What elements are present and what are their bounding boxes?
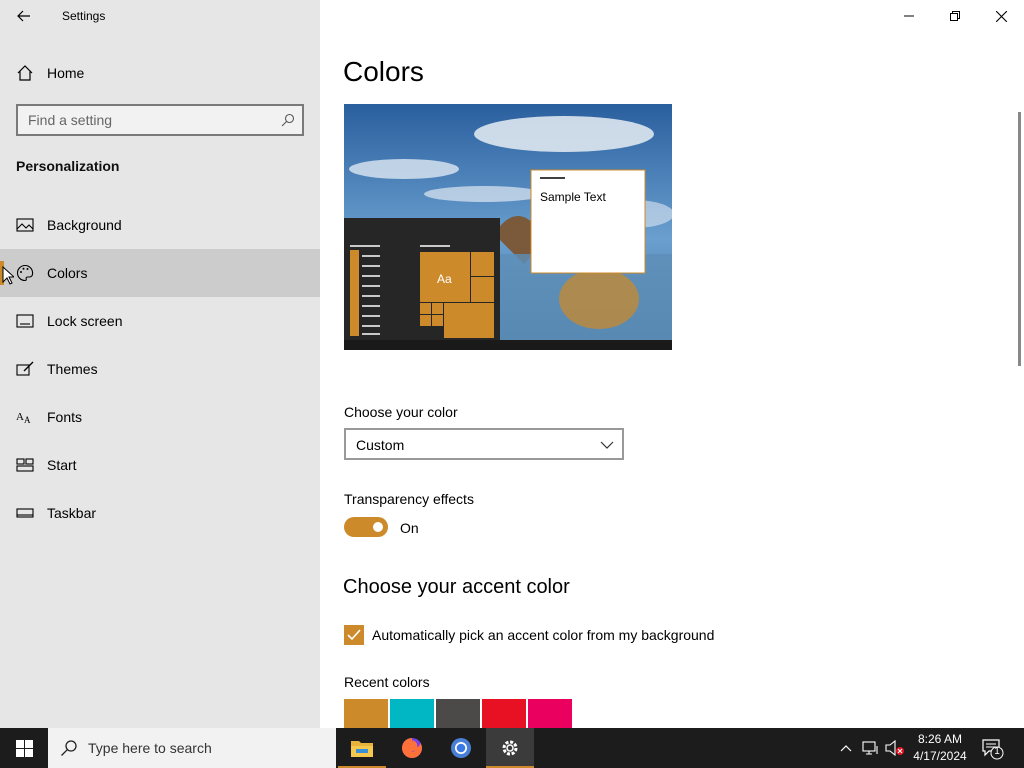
color-swatch[interactable] bbox=[528, 699, 572, 728]
sidebar-item-taskbar[interactable]: Taskbar bbox=[0, 489, 320, 537]
auto-accent-label[interactable]: Automatically pick an accent color from … bbox=[372, 627, 714, 643]
restore-icon bbox=[950, 11, 960, 21]
firefox-icon bbox=[402, 738, 422, 758]
svg-text:A: A bbox=[16, 411, 24, 423]
checkmark-icon bbox=[347, 629, 361, 641]
color-swatch[interactable] bbox=[344, 699, 388, 728]
sidebar-item-label: Start bbox=[47, 457, 77, 473]
restore-button[interactable] bbox=[932, 0, 978, 32]
taskbar-icon bbox=[16, 508, 34, 518]
chevron-up-icon bbox=[840, 745, 852, 752]
start-button[interactable] bbox=[0, 728, 48, 768]
taskbar-file-explorer[interactable] bbox=[338, 728, 386, 768]
taskbar-search-box[interactable]: Type here to search bbox=[48, 728, 336, 768]
preview-tile-text: Aa bbox=[437, 272, 452, 286]
taskbar-firefox[interactable] bbox=[388, 728, 436, 768]
chevron-down-icon bbox=[600, 441, 614, 449]
transparency-label: Transparency effects bbox=[344, 491, 474, 507]
taskbar-search-placeholder: Type here to search bbox=[88, 740, 212, 756]
chrome-icon bbox=[451, 738, 471, 758]
recent-colors-label: Recent colors bbox=[344, 674, 430, 690]
back-arrow-icon bbox=[17, 10, 30, 22]
toggle-knob bbox=[373, 522, 383, 532]
volume-button[interactable] bbox=[885, 738, 905, 758]
sidebar-item-themes[interactable]: Themes bbox=[0, 345, 320, 393]
sidebar-item-fonts[interactable]: AA Fonts bbox=[0, 393, 320, 441]
color-swatch[interactable] bbox=[482, 699, 526, 728]
recent-colors bbox=[344, 699, 574, 729]
setting-search-input[interactable] bbox=[18, 106, 268, 134]
minimize-button[interactable] bbox=[886, 0, 932, 32]
sidebar-item-label: Home bbox=[47, 65, 85, 81]
settings-icon bbox=[502, 740, 518, 756]
lock-screen-icon bbox=[16, 314, 34, 328]
close-icon bbox=[995, 10, 1007, 22]
sidebar-item-label: Taskbar bbox=[47, 505, 97, 521]
clock-time: 8:26 AM bbox=[917, 732, 963, 746]
font-icon: AA bbox=[16, 411, 31, 425]
preview-wallpaper: Aa Sample Text bbox=[344, 104, 672, 350]
dropdown-value: Custom bbox=[356, 437, 405, 453]
section-title: Personalization bbox=[16, 158, 120, 174]
home-icon bbox=[17, 65, 33, 81]
action-center-button[interactable]: 1 bbox=[980, 736, 1004, 760]
network-icon bbox=[862, 741, 878, 755]
app-title: Settings bbox=[62, 9, 106, 23]
back-button[interactable] bbox=[10, 4, 38, 28]
sidebar-item-label: Colors bbox=[47, 265, 88, 281]
sidebar-item-label: Background bbox=[47, 217, 122, 233]
choose-color-label: Choose your color bbox=[344, 404, 458, 420]
picture-icon bbox=[16, 218, 34, 232]
transparency-state: On bbox=[400, 520, 419, 536]
notification-icon bbox=[982, 739, 1004, 760]
search-icon[interactable] bbox=[281, 113, 295, 127]
sidebar-item-home[interactable]: Home bbox=[0, 57, 320, 89]
start-icon bbox=[16, 458, 34, 472]
taskbar: Type here to search 8:26 AM 4/17/2024 1 bbox=[0, 728, 1024, 768]
sidebar-item-start[interactable]: Start bbox=[0, 441, 320, 489]
scrollbar[interactable] bbox=[1018, 112, 1021, 366]
mouse-cursor-icon bbox=[2, 266, 14, 285]
volume-muted-icon bbox=[885, 740, 904, 756]
preview-sample-text: Sample Text bbox=[540, 190, 606, 204]
clock-date: 4/17/2024 bbox=[913, 749, 967, 763]
svg-text:A: A bbox=[24, 415, 31, 425]
windows-logo-icon bbox=[15, 739, 33, 757]
taskbar-clock[interactable]: 8:26 AM 4/17/2024 bbox=[908, 731, 972, 765]
sidebar-item-label: Fonts bbox=[47, 409, 83, 425]
theme-preview: Aa Sample Text bbox=[344, 104, 672, 350]
file-explorer-icon bbox=[351, 741, 373, 757]
minimize-icon bbox=[904, 15, 914, 17]
show-hidden-icons-button[interactable] bbox=[836, 738, 856, 758]
brush-icon bbox=[16, 361, 34, 376]
setting-search-box[interactable] bbox=[16, 104, 304, 136]
sidebar: Settings Home Personalization Background… bbox=[0, 0, 320, 728]
palette-icon bbox=[17, 264, 34, 282]
color-swatch[interactable] bbox=[436, 699, 480, 728]
sidebar-item-background[interactable]: Background bbox=[0, 201, 320, 249]
sidebar-item-colors[interactable]: Colors bbox=[0, 249, 320, 297]
color-swatch[interactable] bbox=[390, 699, 434, 728]
close-button[interactable] bbox=[978, 0, 1024, 32]
sidebar-item-label: Lock screen bbox=[47, 313, 123, 329]
transparency-toggle[interactable] bbox=[344, 517, 388, 537]
network-button[interactable] bbox=[861, 738, 881, 758]
notification-count: 1 bbox=[994, 746, 1000, 757]
sidebar-item-lock-screen[interactable]: Lock screen bbox=[0, 297, 320, 345]
taskbar-settings[interactable] bbox=[486, 728, 534, 768]
taskbar-chrome[interactable] bbox=[437, 728, 485, 768]
auto-accent-checkbox[interactable] bbox=[344, 625, 364, 645]
accent-heading: Choose your accent color bbox=[343, 576, 570, 598]
choose-color-dropdown[interactable]: Custom bbox=[344, 428, 624, 460]
page-title: Colors bbox=[343, 56, 424, 87]
search-icon bbox=[61, 740, 77, 756]
sidebar-item-label: Themes bbox=[47, 361, 98, 377]
